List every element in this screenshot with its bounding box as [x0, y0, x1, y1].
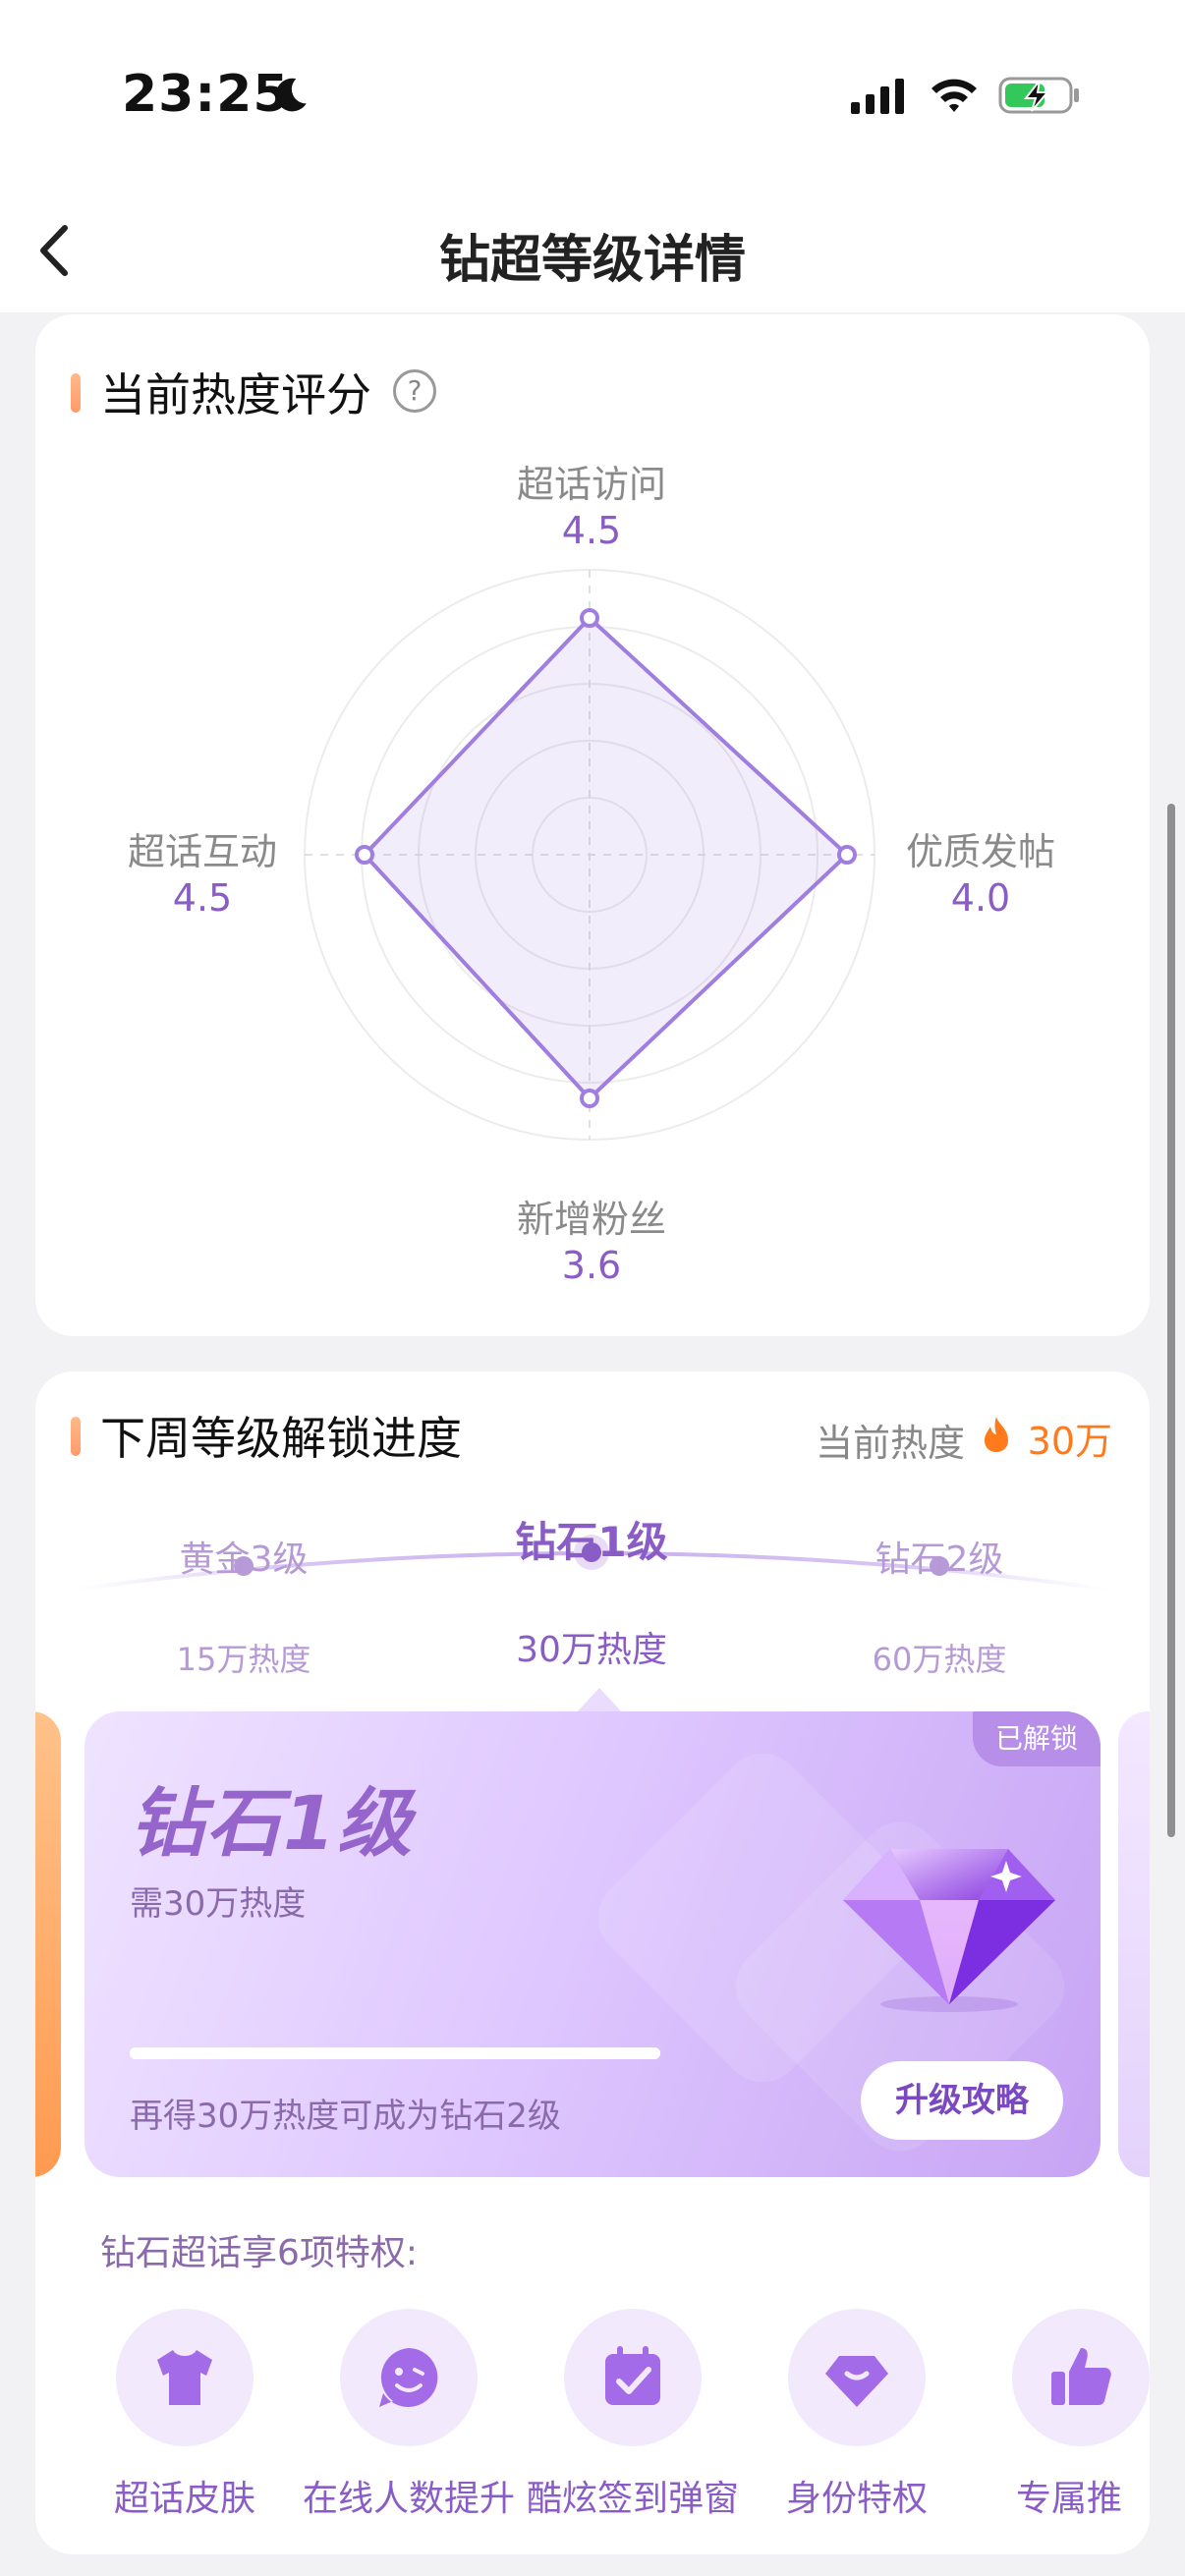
calendar-check-icon [605, 2346, 660, 2405]
privilege-item[interactable]: 超话皮肤 [73, 2309, 297, 2521]
level-progress-bar [130, 2047, 660, 2059]
upgrade-tip: 再得30万热度可成为钻石2级 [130, 2097, 561, 2136]
radar-polygon [362, 615, 850, 1101]
level-name-diamond1[interactable]: 钻石1级 [474, 1509, 709, 1569]
level-card-current[interactable]: 已解锁 钻石1级 需30万热度 再得30万热度可成为钻石2级 升级攻略 [85, 1711, 1100, 2177]
radar-point [837, 845, 857, 865]
radar-value-fans: 3.6 [561, 1244, 622, 1287]
privilege-item[interactable]: 在线人数提升 [297, 2309, 521, 2521]
level-progress-fill [130, 2047, 660, 2059]
status-time: 23:25 [122, 65, 290, 124]
score-section-title: 当前热度评分 [100, 368, 371, 421]
privilege-label: 专属推 [1016, 2479, 1123, 2519]
radar-value-visits: 4.5 [561, 509, 622, 552]
signal-icon [851, 79, 904, 114]
level-name-diamond2[interactable]: 钻石2级 [821, 1531, 1057, 1582]
privileges-title: 钻石超话享6项特权: [100, 2233, 419, 2273]
current-heat-label: 当前热度 [815, 1422, 965, 1465]
level-heat-gold3: 15万热度 [176, 1641, 311, 1678]
radar-label-posts: 优质发帖 [905, 830, 1055, 873]
radar-label-interaction: 超话互动 [127, 830, 277, 873]
diamond-badge-icon [825, 2356, 888, 2407]
privilege-icon-bg [340, 2309, 478, 2446]
radar-value-posts: 4.0 [950, 876, 1011, 920]
level-name-gold3[interactable]: 黄金3级 [126, 1531, 362, 1582]
level-card-prev[interactable] [35, 1711, 61, 2177]
thumbs-up-icon [1051, 2348, 1111, 2405]
privilege-item[interactable]: 酷炫签到弹窗 [521, 2309, 745, 2521]
privilege-label: 酷炫签到弹窗 [526, 2479, 739, 2519]
current-level-title: 钻石1级 [130, 1779, 414, 1867]
fire-icon [985, 1417, 1008, 1452]
privilege-label: 超话皮肤 [113, 2479, 255, 2519]
privilege-icon-bg [1012, 2309, 1150, 2446]
current-heat-value: 30万 [1027, 1420, 1112, 1463]
level-requirement: 需30万热度 [130, 1884, 307, 1924]
wifi-icon [931, 79, 977, 112]
radar-chart [304, 569, 875, 1141]
radar-label-fans: 新增粉丝 [516, 1198, 666, 1241]
privilege-icon-bg [116, 2309, 254, 2446]
section-accent-bar [71, 1417, 81, 1456]
scrollbar[interactable] [1167, 804, 1175, 1837]
radar-label-visits: 超话访问 [516, 463, 666, 506]
tshirt-icon [157, 2350, 212, 2405]
privilege-label: 身份特权 [785, 2479, 928, 2519]
radar-point [580, 608, 599, 628]
privilege-item-clipped[interactable]: 专属推 [969, 2309, 1150, 2535]
level-card-next[interactable] [1118, 1711, 1150, 2177]
radar-value-interaction: 4.5 [172, 876, 233, 920]
level-heat-diamond1: 30万热度 [516, 1630, 667, 1670]
unlocked-badge: 已解锁 [973, 1711, 1100, 1766]
battery-charging-icon [998, 77, 1079, 114]
score-card: 当前热度评分 ? 超话访问 4.5 优质发帖 4.0 新增粉丝 3.6 超话互动… [35, 314, 1150, 1336]
level-card-pointer [576, 1688, 623, 1713]
unlock-card: 下周等级解锁进度 当前热度 30万 黄金3级 15万热度 钻石1级 30万热度 … [35, 1372, 1150, 2554]
unlock-section-title: 下周等级解锁进度 [100, 1412, 462, 1465]
nav-bar: 钻超等级详情 [0, 187, 1185, 312]
diamond-gem-icon [843, 1849, 1055, 2012]
section-accent-bar [71, 373, 81, 413]
privilege-icon-bg [564, 2309, 702, 2446]
radar-point [580, 1089, 599, 1108]
question-circle-icon[interactable]: ? [393, 369, 436, 413]
privilege-label: 在线人数提升 [302, 2479, 515, 2519]
upgrade-guide-button[interactable]: 升级攻略 [861, 2061, 1063, 2140]
radar-point [355, 845, 374, 865]
smile-face-icon [379, 2348, 438, 2407]
status-bar: 23:25 [0, 0, 1185, 187]
level-heat-diamond2: 60万热度 [872, 1641, 1007, 1678]
privilege-item[interactable]: 专属推 [969, 2309, 1150, 2521]
privilege-icon-bg [788, 2309, 926, 2446]
page-title: 钻超等级详情 [438, 231, 746, 290]
privilege-item[interactable]: 身份特权 [745, 2309, 969, 2521]
moon-icon [275, 78, 307, 112]
